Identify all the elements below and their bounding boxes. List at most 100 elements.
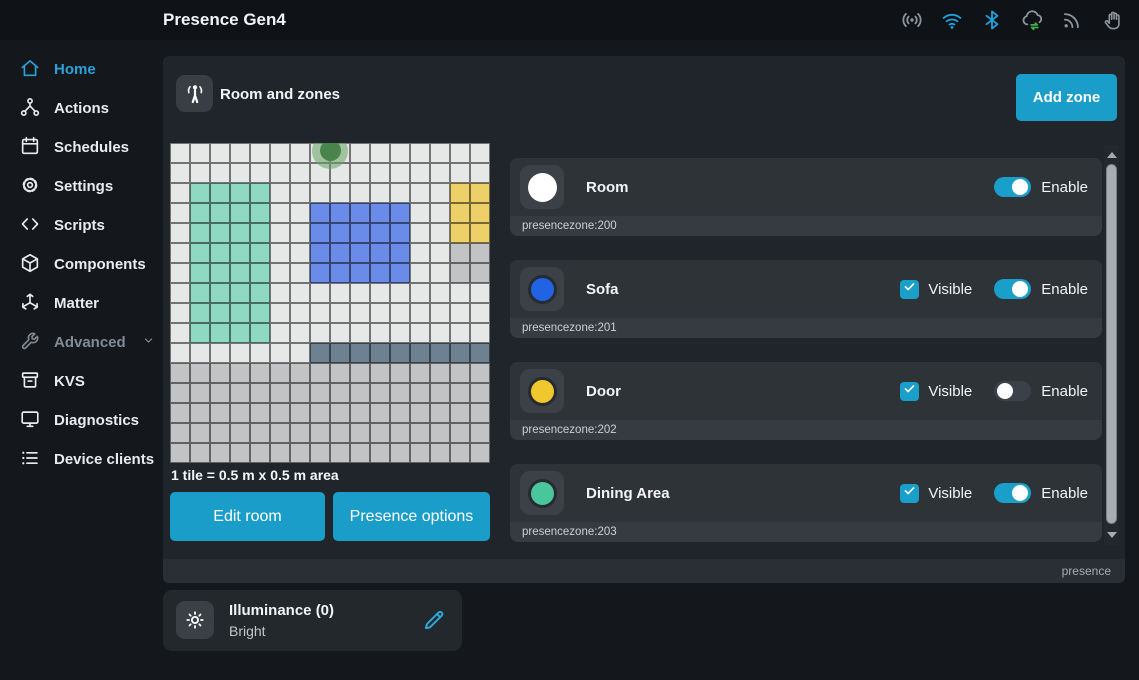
map-tile	[230, 203, 250, 223]
map-tile	[470, 163, 490, 183]
pencil-icon[interactable]	[421, 607, 447, 633]
map-tile	[230, 283, 250, 303]
enable-toggle[interactable]	[994, 381, 1031, 401]
map-tile	[410, 443, 430, 463]
map-tile	[410, 243, 430, 263]
map-tile	[270, 263, 290, 283]
toggle-knob	[1012, 179, 1028, 195]
zone-color-button[interactable]	[520, 471, 564, 515]
scrollbar-thumb[interactable]	[1106, 164, 1117, 524]
enable-label: Enable	[1041, 383, 1088, 400]
add-zone-button[interactable]: Add zone	[1016, 74, 1117, 121]
sidebar-item-components[interactable]: Components	[0, 245, 163, 284]
map-tile	[190, 383, 210, 403]
sidebar-item-home[interactable]: Home	[0, 50, 163, 89]
map-tile	[370, 343, 390, 363]
status-icons	[900, 8, 1124, 32]
map-tile	[370, 163, 390, 183]
map-tile	[370, 243, 390, 263]
sidebar-item-label: Components	[54, 256, 146, 273]
map-tile	[170, 243, 190, 263]
map-tile	[210, 183, 230, 203]
map-tile	[330, 203, 350, 223]
map-tile	[250, 343, 270, 363]
map-tile	[350, 383, 370, 403]
sidebar-item-kvs[interactable]: KVS	[0, 362, 163, 401]
map-tile	[310, 383, 330, 403]
map-tile	[250, 143, 270, 163]
device-title: Presence Gen4	[163, 10, 286, 30]
map-tile	[370, 383, 390, 403]
zone-key: presencezone:200	[510, 216, 1102, 236]
map-tile	[170, 143, 190, 163]
edit-room-button[interactable]: Edit room	[170, 492, 325, 541]
map-tile	[430, 143, 450, 163]
map-tile	[390, 143, 410, 163]
map-tile	[210, 403, 230, 423]
presence-gen4-app: { "app": { "title": "Presence Gen4" }, "…	[0, 0, 1139, 680]
sidebar-item-diagnostics[interactable]: Diagnostics	[0, 401, 163, 440]
map-tile	[430, 163, 450, 183]
presence-options-button[interactable]: Presence options	[333, 492, 490, 541]
toggle-knob	[1012, 485, 1028, 501]
enable-toggle[interactable]	[994, 279, 1031, 299]
map-tile	[170, 423, 190, 443]
visible-checkbox[interactable]	[900, 484, 919, 503]
sidebar-item-settings[interactable]: Settings	[0, 167, 163, 206]
visible-label: Visible	[928, 485, 972, 502]
enable-toggle[interactable]	[994, 483, 1031, 503]
map-tile	[270, 283, 290, 303]
map-tile	[190, 243, 210, 263]
map-tile	[350, 283, 370, 303]
map-tile	[290, 403, 310, 423]
visible-checkbox[interactable]	[900, 382, 919, 401]
scroll-up-arrow-icon[interactable]	[1107, 152, 1117, 158]
map-tile	[410, 263, 430, 283]
cloud-sync-icon	[1020, 8, 1044, 32]
sidebar-item-actions[interactable]: Actions	[0, 89, 163, 128]
map-tile	[370, 263, 390, 283]
map-tile	[250, 203, 270, 223]
map-tile	[370, 323, 390, 343]
visible-checkbox[interactable]	[900, 280, 919, 299]
map-tile	[250, 283, 270, 303]
map-tile	[170, 283, 190, 303]
map-tile	[310, 283, 330, 303]
map-tile	[190, 323, 210, 343]
sidebar-item-scripts[interactable]: Scripts	[0, 206, 163, 245]
zone-color-button[interactable]	[520, 267, 564, 311]
toggle-knob	[997, 383, 1013, 399]
map-tile	[210, 223, 230, 243]
map-tile	[450, 423, 470, 443]
zone-list: RoomEnablepresencezone:200SofaVisibleEna…	[510, 143, 1102, 545]
zone-color-button[interactable]	[520, 369, 564, 413]
map-tile	[470, 383, 490, 403]
sidebar-item-matter[interactable]: Matter	[0, 284, 163, 323]
sidebar-item-schedules[interactable]: Schedules	[0, 128, 163, 167]
map-tile	[370, 203, 390, 223]
room-map	[170, 143, 492, 465]
map-tile	[170, 343, 190, 363]
map-tile	[330, 263, 350, 283]
map-tile	[470, 203, 490, 223]
map-tile	[430, 203, 450, 223]
map-tile	[230, 363, 250, 383]
enable-toggle[interactable]	[994, 177, 1031, 197]
sidebar-item-label: Actions	[54, 100, 109, 117]
map-tile	[210, 283, 230, 303]
map-tile	[330, 283, 350, 303]
check-icon	[903, 382, 916, 400]
map-tile	[190, 283, 210, 303]
zone-color-button[interactable]	[520, 165, 564, 209]
zone-list-scrollbar[interactable]	[1104, 145, 1119, 545]
scroll-down-arrow-icon[interactable]	[1107, 532, 1117, 538]
sidebar-item-device-clients[interactable]: Device clients	[0, 440, 163, 479]
map-tile	[250, 403, 270, 423]
map-tile	[350, 183, 370, 203]
websocket-icon	[1100, 8, 1124, 32]
map-tile	[270, 403, 290, 423]
map-tile	[470, 323, 490, 343]
sidebar-item-advanced[interactable]: Advanced	[0, 323, 163, 362]
monitor-icon	[19, 408, 41, 434]
map-tile	[190, 303, 210, 323]
